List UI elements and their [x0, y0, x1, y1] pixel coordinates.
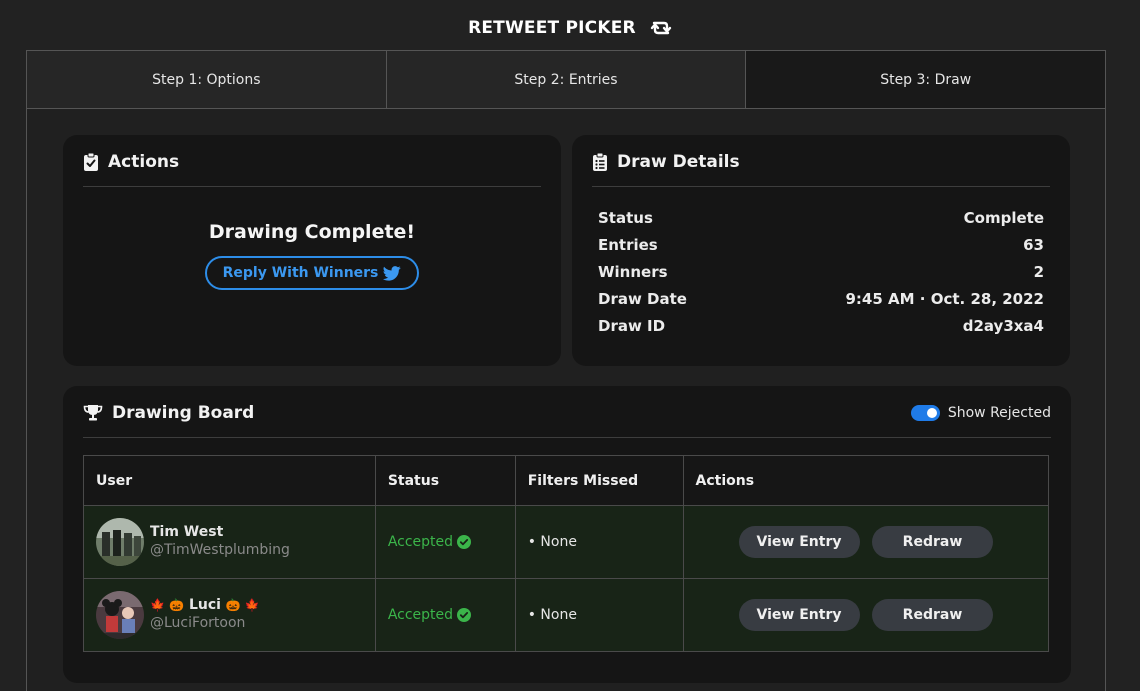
detail-row-entries: Entries 63 — [598, 234, 1044, 261]
reply-with-winners-button[interactable]: Reply With Winners — [204, 256, 420, 290]
actions-header: Actions — [83, 152, 541, 187]
filters-missed-cell: • None — [514, 578, 684, 652]
tab-step-entries[interactable]: Step 2: Entries — [385, 51, 746, 108]
check-circle-icon — [457, 535, 472, 549]
draw-details-card: Draw Details Status Complete Entries 63 … — [572, 135, 1070, 366]
draw-details-header: Draw Details — [592, 152, 1050, 187]
detail-value: 63 — [1023, 236, 1044, 254]
clipboard-check-icon — [84, 152, 98, 171]
column-header-filters-missed: Filters Missed — [514, 455, 684, 506]
actions-title: Actions — [108, 152, 180, 172]
main-frame: Step 1: Options Step 2: Entries Step 3: … — [26, 50, 1106, 691]
status-text: Accepted — [387, 534, 454, 550]
column-header-actions: Actions — [682, 455, 1049, 506]
status-text: Accepted — [387, 607, 454, 623]
user-display-name: 🍁 🎃 Luci 🎃 🍁 — [150, 597, 260, 614]
detail-label: Draw ID — [598, 317, 666, 335]
clipboard-list-icon — [593, 152, 607, 171]
redraw-button[interactable]: Redraw — [871, 526, 993, 558]
avatar[interactable] — [96, 518, 144, 566]
detail-label: Draw Date — [598, 290, 687, 308]
reply-button-label: Reply With Winners — [222, 265, 379, 281]
actions-card: Actions Drawing Complete! Reply With Win… — [63, 135, 561, 366]
detail-row-winners: Winners 2 — [598, 261, 1044, 288]
twitter-bird-icon — [383, 265, 402, 281]
status-accepted: Accepted — [387, 534, 472, 550]
detail-label: Status — [598, 209, 653, 227]
column-header-user: User — [83, 455, 376, 506]
display-name-emoji-suffix: 🎃 🍁 — [225, 598, 260, 612]
retweet-icon — [650, 20, 672, 41]
app-title-text: RETWEET PICKER — [468, 18, 636, 38]
toggle-switch[interactable] — [910, 405, 940, 421]
detail-value: Complete — [963, 209, 1044, 227]
avatar[interactable] — [96, 591, 144, 639]
draw-details-title: Draw Details — [617, 152, 740, 172]
drawing-complete-message: Drawing Complete! — [208, 221, 416, 243]
redraw-button[interactable]: Redraw — [871, 599, 993, 631]
check-circle-icon — [457, 608, 472, 622]
user-handle-link[interactable]: @LuciFortoon — [150, 614, 260, 633]
detail-row-status: Status Complete — [598, 207, 1044, 234]
view-entry-button[interactable]: View Entry — [738, 599, 860, 631]
app-title: RETWEET PICKER — [0, 18, 1140, 41]
detail-row-draw-id: Draw ID d2ay3xa4 — [598, 315, 1044, 342]
show-rejected-label: Show Rejected — [947, 405, 1051, 421]
view-entry-button[interactable]: View Entry — [738, 526, 860, 558]
detail-value: 9:45 AM · Oct. 28, 2022 — [845, 290, 1045, 308]
tab-step-options[interactable]: Step 1: Options — [27, 51, 386, 108]
drawing-board-header: Drawing Board Show Rejected — [83, 403, 1051, 438]
trophy-icon — [83, 405, 103, 421]
table-row: Tim West @TimWestplumbing Accepted • Non… — [83, 505, 1049, 579]
status-accepted: Accepted — [387, 607, 472, 623]
column-header-status: Status — [374, 455, 516, 506]
table-row: 🍁 🎃 Luci 🎃 🍁 @LuciFortoon Accepted • Non… — [83, 578, 1049, 652]
entries-table: User Status Filters Missed Actions Tim W… — [83, 455, 1049, 652]
display-name-emoji-prefix: 🍁 🎃 — [150, 598, 185, 612]
detail-value: 2 — [1033, 263, 1044, 281]
detail-row-draw-date: Draw Date 9:45 AM · Oct. 28, 2022 — [598, 288, 1044, 315]
detail-value: d2ay3xa4 — [962, 317, 1044, 335]
table-header-row: User Status Filters Missed Actions — [83, 455, 1049, 506]
filters-missed-cell: • None — [514, 505, 684, 579]
show-rejected-toggle[interactable]: Show Rejected — [910, 405, 1051, 421]
tab-step-draw[interactable]: Step 3: Draw — [745, 51, 1106, 108]
drawing-board-title: Drawing Board — [112, 403, 255, 423]
step-tabs: Step 1: Options Step 2: Entries Step 3: … — [27, 51, 1106, 109]
display-name-text: Luci — [188, 597, 221, 613]
user-display-name: Tim West — [150, 524, 224, 540]
drawing-board-card: Drawing Board Show Rejected User Status … — [63, 386, 1071, 683]
user-handle-link[interactable]: @TimWestplumbing — [150, 541, 290, 560]
draw-details-list: Status Complete Entries 63 Winners 2 Dra… — [592, 187, 1050, 342]
detail-label: Winners — [598, 263, 668, 281]
detail-label: Entries — [598, 236, 658, 254]
